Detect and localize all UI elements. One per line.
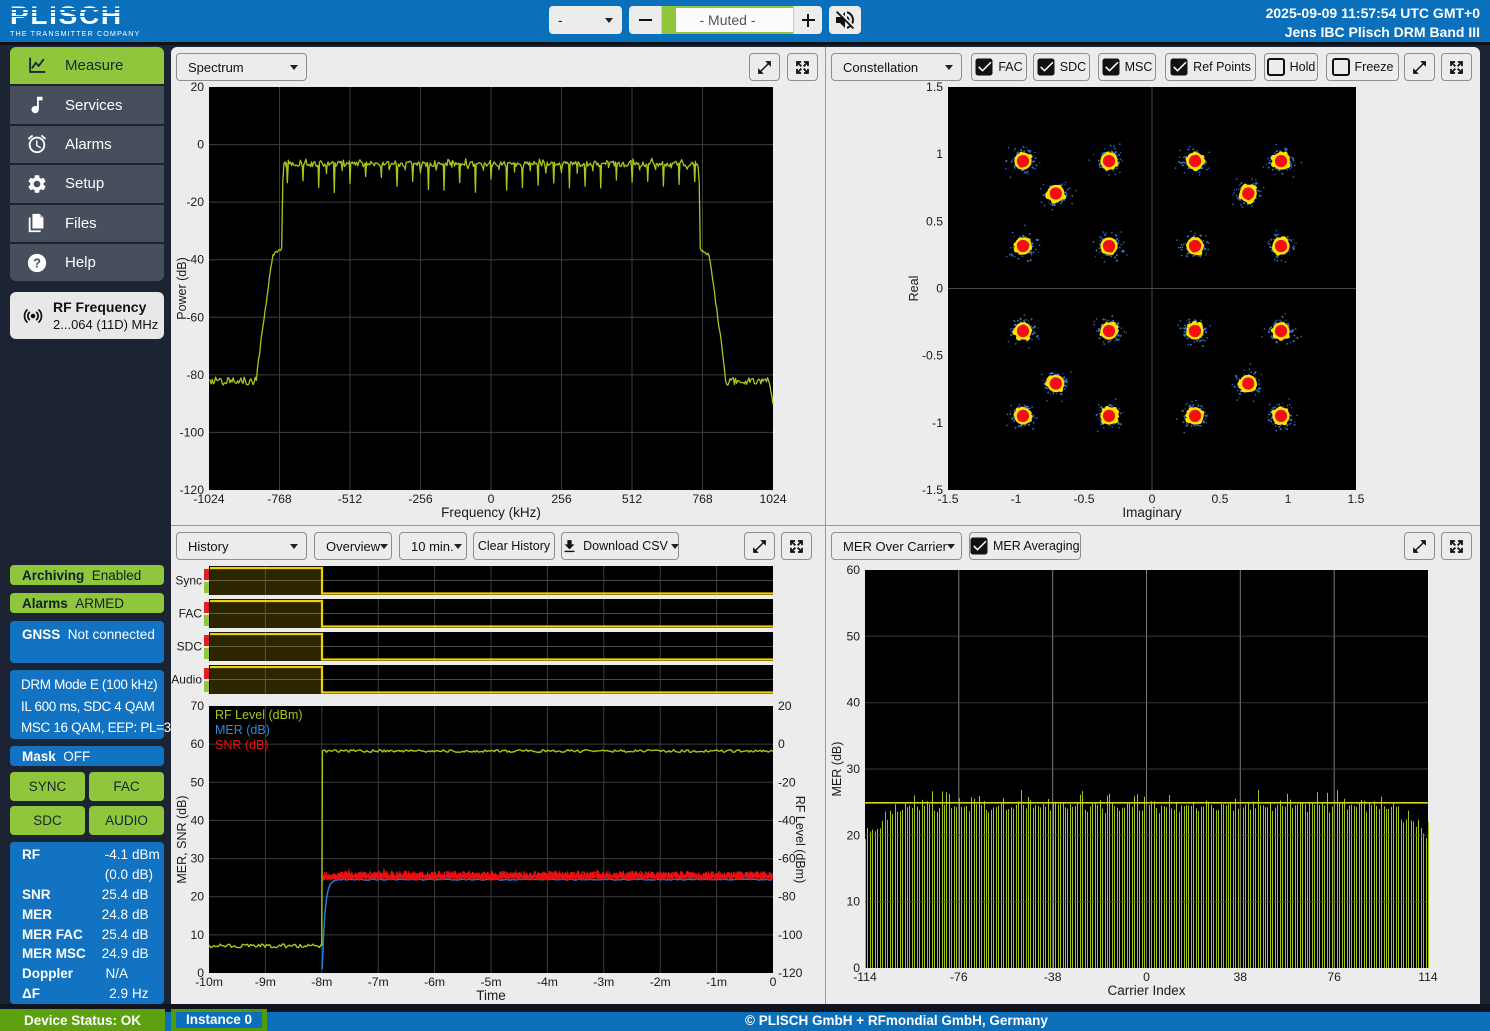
- svg-text:?: ?: [33, 255, 41, 270]
